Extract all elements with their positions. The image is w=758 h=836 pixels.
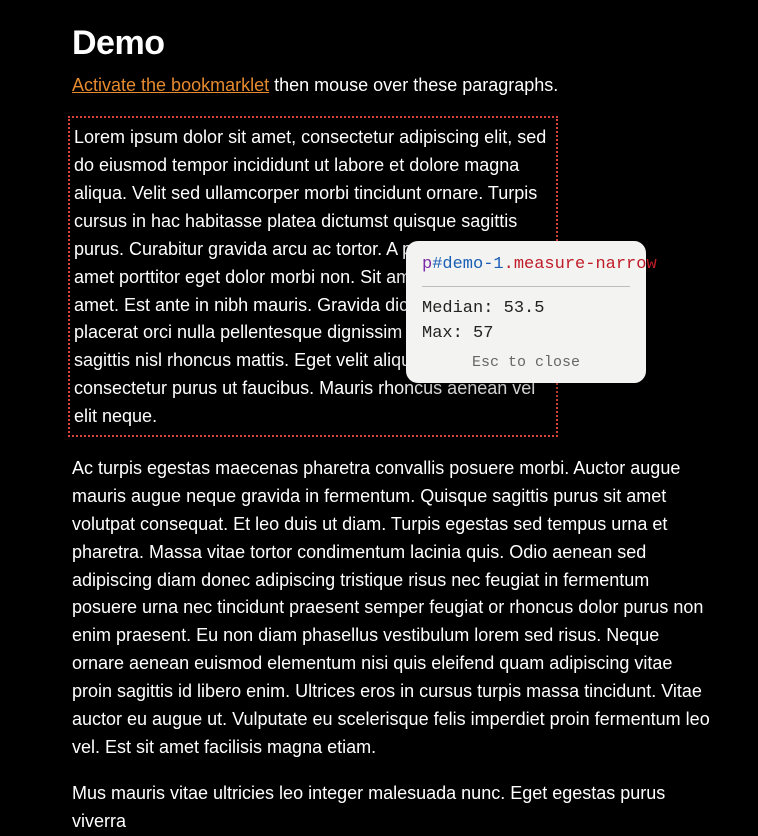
measure-tooltip: p#demo-1.measure-narrow Median: 53.5 Max… <box>406 241 646 383</box>
demo-paragraph-3[interactable]: Mus mauris vitae ultricies leo integer m… <box>72 780 712 836</box>
intro-paragraph: Activate the bookmarklet then mouse over… <box>72 73 758 98</box>
tooltip-max-row: Max: 57 <box>422 322 630 347</box>
intro-text: then mouse over these paragraphs. <box>269 75 558 95</box>
median-value: 53.5 <box>504 299 545 318</box>
activate-bookmarklet-link[interactable]: Activate the bookmarklet <box>72 75 269 95</box>
selector-tag: p <box>422 255 432 274</box>
demo-paragraph-2[interactable]: Ac turpis egestas maecenas pharetra conv… <box>72 455 712 762</box>
tooltip-selector: p#demo-1.measure-narrow <box>422 255 630 287</box>
tooltip-median-row: Median: 53.5 <box>422 297 630 322</box>
tooltip-close-hint: Esc to close <box>422 346 630 373</box>
median-label: Median: <box>422 299 504 318</box>
max-value: 57 <box>473 324 493 343</box>
selector-id: #demo-1 <box>432 255 503 274</box>
max-label: Max: <box>422 324 473 343</box>
selector-class: .measure-narrow <box>504 255 657 274</box>
page-title: Demo <box>72 24 758 63</box>
